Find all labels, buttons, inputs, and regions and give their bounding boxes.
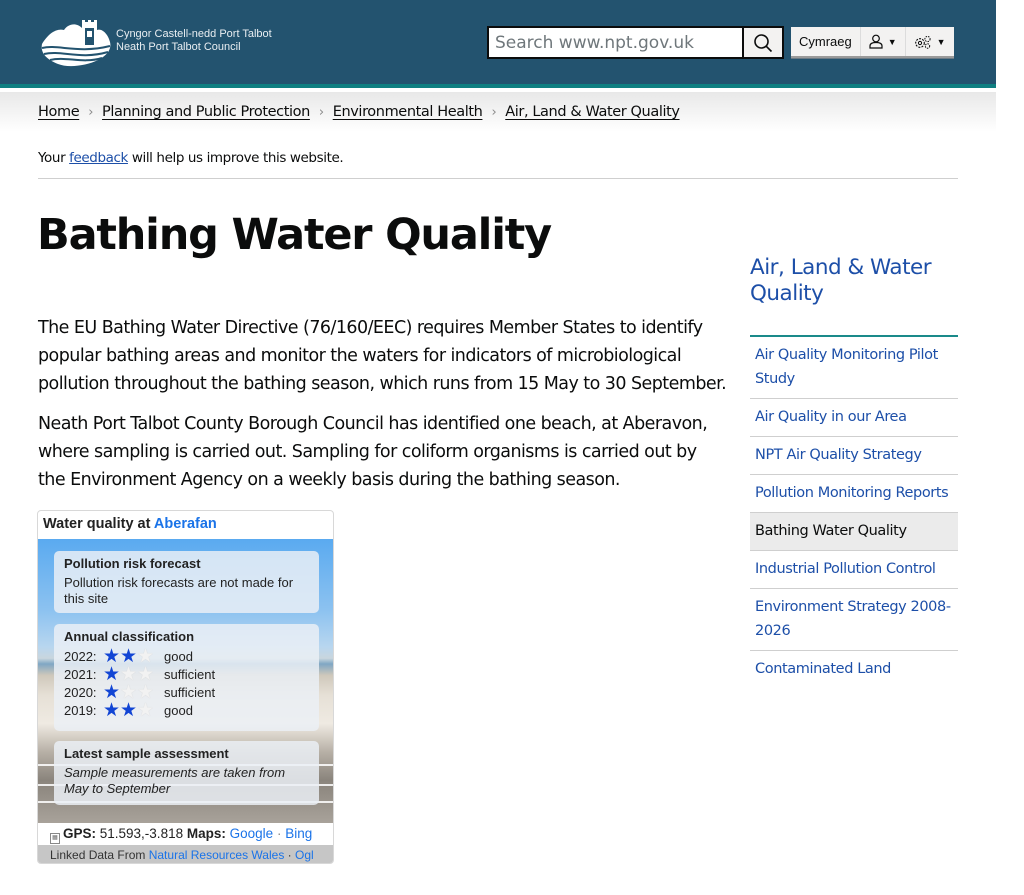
classification-row: 2019: ★ ★ ★ good bbox=[64, 700, 309, 721]
feedback-banner: Your feedback will help us improve this … bbox=[38, 150, 344, 166]
classification-year: 2020: bbox=[64, 685, 97, 700]
sidebar-item-air-quality-pilot[interactable]: Air Quality Monitoring Pilot Study bbox=[750, 337, 958, 399]
beach-link[interactable]: Aberafan bbox=[154, 516, 217, 532]
sample-card: Latest sample assessment Sample measurem… bbox=[54, 741, 319, 805]
sample-title: Latest sample assessment bbox=[64, 746, 229, 761]
feedback-prefix: Your bbox=[38, 150, 70, 166]
council-name: Cyngor Castell-nedd Port Talbot Neath Po… bbox=[116, 28, 272, 54]
classification-rows: 2022: ★ ★ ★ good 2021: ★ ★ ★ sufficient 2020: ★ ★ ★ su… bbox=[64, 647, 309, 721]
settings-menu-button[interactable]: ▼ bbox=[906, 27, 954, 56]
classification-row: 2020: ★ ★ ★ sufficient bbox=[64, 683, 309, 702]
sidebar-item-air-quality-area[interactable]: Air Quality in our Area bbox=[750, 399, 958, 437]
chevron-right-icon: › bbox=[491, 104, 497, 120]
classification-card: Annual classification 2022: ★ ★ ★ good 2021: ★… bbox=[54, 624, 319, 731]
gps-coordinates: 51.593,-3.818 bbox=[96, 826, 187, 841]
gps-bar: ▦ GPS: 51.593,-3.818 Maps: Google · Bing bbox=[38, 823, 333, 845]
chevron-right-icon: › bbox=[88, 104, 94, 120]
classification-row: 2021: ★ ★ ★ sufficient bbox=[64, 665, 309, 684]
beach-photo: Pollution risk forecast Pollution risk f… bbox=[38, 539, 333, 823]
feedback-link[interactable]: feedback bbox=[69, 150, 128, 166]
section-navigation: Air, Land & Water Quality Air Quality Mo… bbox=[750, 255, 958, 688]
search-icon bbox=[754, 33, 773, 52]
separator-dot: · bbox=[287, 848, 292, 862]
nrw-link[interactable]: Natural Resources Wales bbox=[149, 848, 285, 862]
qr-code-icon[interactable]: ▦ bbox=[50, 833, 60, 844]
breadcrumb: Home › Planning and Public Protection › … bbox=[38, 104, 680, 120]
classification-year: 2019: bbox=[64, 703, 97, 718]
classification-year: 2022: bbox=[64, 649, 97, 664]
ogl-link[interactable]: Ogl bbox=[295, 848, 314, 862]
widget-heading: Water quality at Aberafan bbox=[38, 511, 333, 539]
sampling-paragraph: Neath Port Talbot County Borough Council… bbox=[38, 414, 708, 490]
sidebar-item-industrial-pollution[interactable]: Industrial Pollution Control bbox=[750, 551, 958, 589]
sidebar-title[interactable]: Air, Land & Water Quality bbox=[750, 255, 958, 337]
forecast-title: Pollution risk forecast bbox=[64, 556, 201, 571]
maps-label: Maps: bbox=[186, 826, 226, 841]
council-logo-icon[interactable] bbox=[38, 14, 113, 70]
sidebar-item-contaminated-land[interactable]: Contaminated Land bbox=[750, 651, 958, 688]
sidebar-item-pollution-reports[interactable]: Pollution Monitoring Reports bbox=[750, 475, 958, 513]
search-form bbox=[487, 26, 784, 59]
widget-heading-prefix: Water quality at bbox=[43, 516, 154, 532]
linked-data-prefix: Linked Data From bbox=[50, 848, 149, 862]
search-button[interactable] bbox=[742, 28, 782, 57]
page-title: Bathing Water Quality bbox=[37, 210, 552, 260]
sidebar-item-environment-strategy[interactable]: Environment Strategy 2008-2026 bbox=[750, 589, 958, 651]
bing-maps-link[interactable]: Bing bbox=[285, 826, 312, 841]
star-filled-icon: ★ bbox=[103, 700, 121, 721]
separator-dot: · bbox=[276, 826, 282, 841]
classification-label: sufficient bbox=[164, 685, 216, 700]
google-maps-link[interactable]: Google bbox=[230, 826, 274, 841]
chevron-down-icon: ▼ bbox=[936, 36, 946, 47]
council-name-welsh: Cyngor Castell-nedd Port Talbot bbox=[116, 28, 272, 40]
sidebar-item-bathing-water[interactable]: Bathing Water Quality bbox=[750, 513, 958, 551]
sample-text: Sample measurements are taken from May t… bbox=[64, 765, 286, 796]
user-icon bbox=[869, 34, 883, 49]
classification-label: good bbox=[164, 703, 193, 718]
chevron-right-icon: › bbox=[318, 104, 324, 120]
breadcrumb-home[interactable]: Home bbox=[38, 104, 80, 120]
site-header: Cyngor Castell-nedd Port Talbot Neath Po… bbox=[0, 0, 996, 88]
header-toolbar: Cymraeg ▼ ▼ bbox=[791, 27, 954, 58]
feedback-suffix: will help us improve this website. bbox=[127, 150, 344, 166]
breadcrumb-planning[interactable]: Planning and Public Protection bbox=[102, 104, 310, 120]
breadcrumb-air-land-water[interactable]: Air, Land & Water Quality bbox=[505, 104, 680, 120]
forecast-card: Pollution risk forecast Pollution risk f… bbox=[54, 551, 319, 613]
classification-year: 2021: bbox=[64, 667, 97, 682]
classification-label: sufficient bbox=[164, 667, 216, 682]
chevron-down-icon: ▼ bbox=[887, 36, 897, 47]
star-filled-icon: ★ bbox=[120, 700, 138, 721]
divider bbox=[38, 178, 958, 179]
widget-footer: Linked Data From Natural Resources Wales… bbox=[38, 845, 333, 863]
classification-title: Annual classification bbox=[64, 629, 195, 644]
star-rating: ★ ★ ★ bbox=[103, 700, 164, 721]
search-input[interactable] bbox=[489, 28, 742, 57]
sidebar-item-air-quality-strategy[interactable]: NPT Air Quality Strategy bbox=[750, 437, 958, 475]
water-quality-widget: Water quality at Aberafan Pollution risk… bbox=[37, 510, 334, 864]
classification-label: good bbox=[164, 649, 193, 664]
page-body: The EU Bathing Water Directive (76/160/E… bbox=[38, 314, 728, 506]
account-menu-button[interactable]: ▼ bbox=[861, 27, 906, 56]
gps-label: GPS: bbox=[63, 826, 97, 841]
intro-paragraph: The EU Bathing Water Directive (76/160/E… bbox=[38, 318, 727, 394]
language-toggle-button[interactable]: Cymraeg bbox=[791, 27, 861, 56]
council-name-english: Neath Port Talbot Council bbox=[116, 41, 241, 53]
gears-icon bbox=[914, 35, 931, 49]
breadcrumb-environmental-health[interactable]: Environmental Health bbox=[333, 104, 483, 120]
star-empty-icon: ★ bbox=[137, 700, 155, 721]
classification-row: 2022: ★ ★ ★ good bbox=[64, 647, 309, 666]
forecast-text: Pollution risk forecasts are not made fo… bbox=[64, 575, 294, 606]
